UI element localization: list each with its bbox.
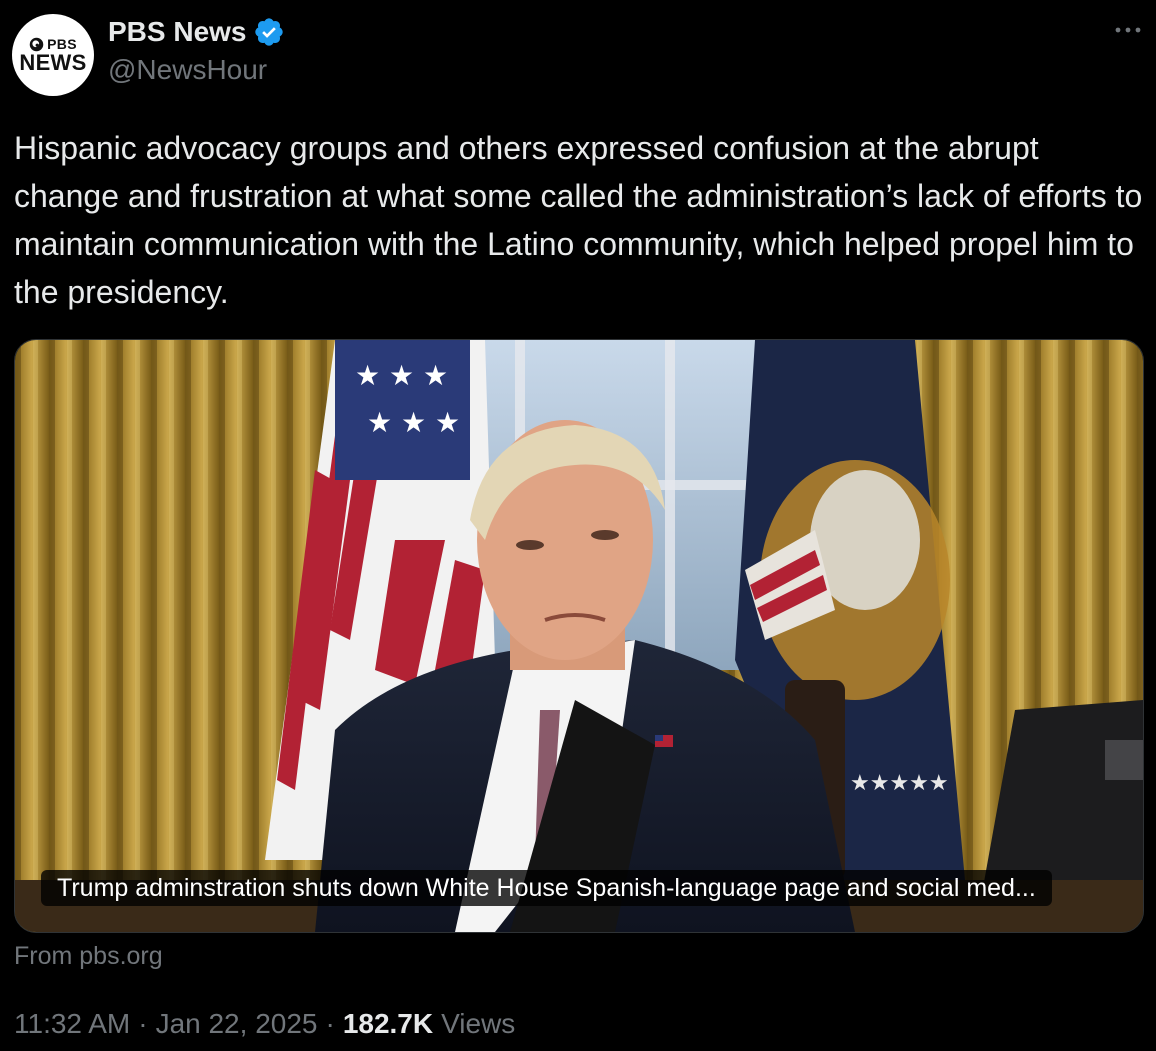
tweet-date[interactable]: Jan 22, 2025 — [156, 1008, 318, 1040]
tweet-time[interactable]: 11:32 AM — [14, 1008, 130, 1040]
name-row: PBS News — [108, 16, 285, 48]
tweet-meta: 11:32 AM · Jan 22, 2025 · 182.7K Views — [14, 1008, 515, 1040]
card-source[interactable]: From pbs.org — [14, 942, 163, 971]
verified-badge-icon[interactable] — [253, 16, 285, 48]
card-caption[interactable]: Trump adminstration shuts down White Hou… — [41, 870, 1052, 906]
avatar[interactable]: PBS NEWS — [12, 14, 94, 96]
avatar-logo-bottom: NEWS — [19, 50, 87, 75]
author-handle[interactable]: @NewsHour — [108, 54, 285, 86]
meta-separator: · — [325, 1008, 335, 1039]
author-names: PBS News @NewsHour — [108, 16, 285, 86]
more-options-icon[interactable] — [1114, 24, 1142, 36]
author-display-name[interactable]: PBS News — [108, 16, 247, 48]
views-label: Views — [441, 1008, 516, 1039]
views-count[interactable]: 182.7K — [343, 1008, 433, 1040]
meta-separator: · — [138, 1008, 148, 1039]
link-card[interactable]: ★ ★ ★ ★ ★ ★ ★★★★★ Trump adminstration sh… — [14, 339, 1144, 933]
svg-text:★★★★★: ★★★★★ — [850, 771, 949, 796]
svg-text:★ ★ ★: ★ ★ ★ — [355, 359, 448, 392]
tweet-header: PBS NEWS PBS News @NewsHour — [12, 14, 1144, 96]
svg-text:★ ★ ★: ★ ★ ★ — [367, 406, 460, 439]
tweet-text: Hispanic advocacy groups and others expr… — [14, 130, 1143, 310]
card-photo: ★ ★ ★ ★ ★ ★ ★★★★★ — [15, 340, 1143, 932]
